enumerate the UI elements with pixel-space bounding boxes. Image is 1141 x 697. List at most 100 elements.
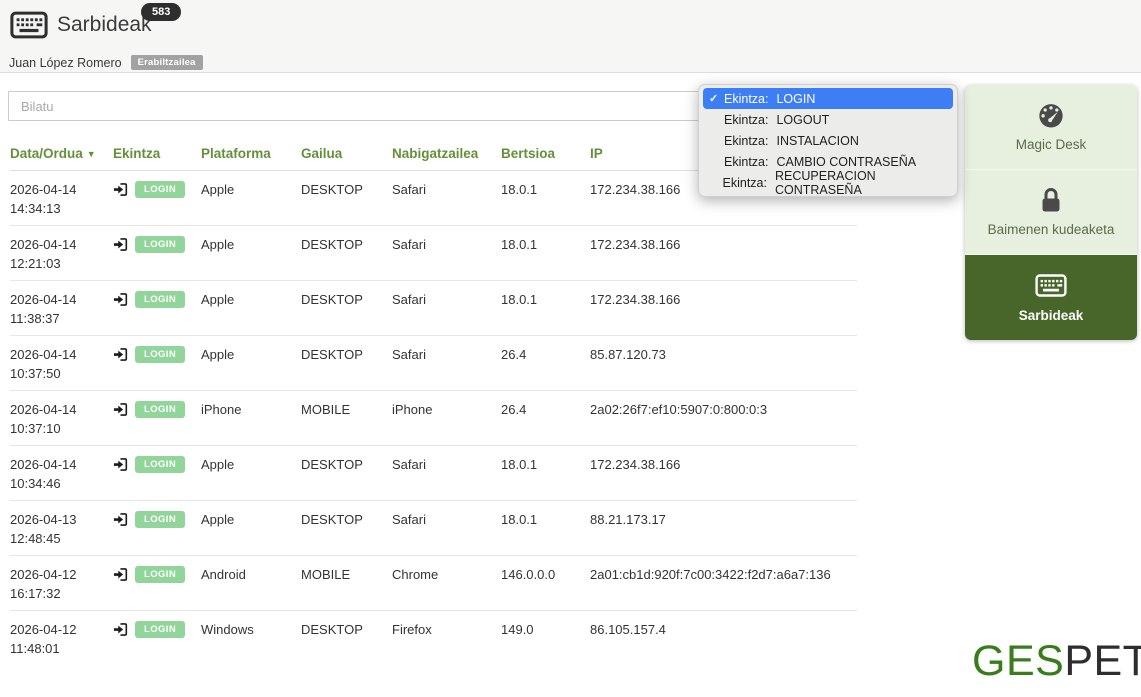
cell-version: 149.0 xyxy=(501,620,590,666)
cell-date: 2026-04-14 14:34:13 xyxy=(10,180,113,225)
cell-date: 2026-04-12 11:48:01 xyxy=(10,620,113,666)
cell-date: 2026-04-14 11:38:37 xyxy=(10,290,113,335)
cell-platform: Apple xyxy=(201,345,301,390)
date-value: 2026-04-14 xyxy=(10,455,113,474)
cell-platform: iPhone xyxy=(201,400,301,445)
cell-date: 2026-04-14 10:37:50 xyxy=(10,345,113,390)
cell-ip: 172.234.38.166 xyxy=(590,290,857,335)
action-badge: LOGIN xyxy=(135,566,185,583)
sign-in-icon xyxy=(113,182,128,197)
cell-browser: Safari xyxy=(392,510,501,555)
gespet-logo: GESPET xyxy=(972,637,1141,686)
cell-date: 2026-04-14 10:34:46 xyxy=(10,455,113,500)
dropdown-option-value: INSTALACION xyxy=(776,134,858,148)
cell-ip: 88.21.173.17 xyxy=(590,510,857,555)
dropdown-option-recuperacion-contrasena[interactable]: Ekintza: RECUPERACION CONTRASEÑA xyxy=(703,172,953,193)
dropdown-option-value: CAMBIO CONTRASEÑA xyxy=(776,155,916,169)
cell-device: DESKTOP xyxy=(301,455,392,500)
sidebar-item-label: Sarbideak xyxy=(1019,308,1084,323)
sidebar-item-label: Magic Desk xyxy=(1016,137,1087,152)
action-badge: LOGIN xyxy=(135,621,185,638)
logo-part-dark: PET xyxy=(1064,637,1141,685)
table-row: 2026-04-14 11:38:37 LOGIN Apple DESKTOP … xyxy=(10,281,857,336)
cell-browser: Safari xyxy=(392,180,501,225)
dropdown-option-value: RECUPERACION CONTRASEÑA xyxy=(775,169,947,197)
dropdown-option-logout[interactable]: Ekintza: LOGOUT xyxy=(703,109,953,130)
cell-device: DESKTOP xyxy=(301,345,392,390)
dropdown-option-label: Ekintza: xyxy=(724,155,768,169)
cell-platform: Android xyxy=(201,565,301,610)
table-row: 2026-04-14 12:21:03 LOGIN Apple DESKTOP … xyxy=(10,226,857,281)
cell-platform: Apple xyxy=(201,235,301,280)
sign-in-icon xyxy=(113,402,128,417)
column-header-date[interactable]: Data/Ordua▼ xyxy=(10,146,113,161)
table-row: 2026-04-14 10:34:46 LOGIN Apple DESKTOP … xyxy=(10,446,857,501)
action-badge: LOGIN xyxy=(135,181,185,198)
cell-action: LOGIN xyxy=(113,235,201,280)
date-value: 2026-04-12 xyxy=(10,565,113,584)
date-value: 2026-04-14 xyxy=(10,235,113,254)
date-value: 2026-04-12 xyxy=(10,620,113,639)
sarbideak-page: Sarbideak 583 Juan López Romero Erabiltz… xyxy=(0,0,1141,697)
cell-action: LOGIN xyxy=(113,620,201,666)
cell-action: LOGIN xyxy=(113,565,201,610)
sign-in-icon xyxy=(113,567,128,582)
date-value: 2026-04-14 xyxy=(10,180,113,199)
column-header-browser[interactable]: Nabigatzailea xyxy=(392,146,501,161)
dropdown-option-login[interactable]: ✓ Ekintza: LOGIN xyxy=(703,88,953,109)
cell-device: DESKTOP xyxy=(301,180,392,225)
time-value: 10:37:50 xyxy=(10,364,113,383)
sidebar-item-label: Baimenen kudeaketa xyxy=(988,222,1115,237)
action-badge: LOGIN xyxy=(135,291,185,308)
time-value: 16:17:32 xyxy=(10,584,113,603)
table-row: 2026-04-13 12:48:45 LOGIN Apple DESKTOP … xyxy=(10,501,857,556)
cell-browser: Safari xyxy=(392,345,501,390)
sidebar-item-magic-desk[interactable]: Magic Desk xyxy=(965,85,1137,170)
date-value: 2026-04-13 xyxy=(10,510,113,529)
cell-version: 26.4 xyxy=(501,400,590,445)
cell-action: LOGIN xyxy=(113,290,201,335)
column-header-device[interactable]: Gailua xyxy=(301,146,392,161)
time-value: 10:37:10 xyxy=(10,419,113,438)
dropdown-option-label: Ekintza: xyxy=(724,92,768,106)
action-badge: LOGIN xyxy=(135,456,185,473)
sign-in-icon xyxy=(113,237,128,252)
sign-in-icon xyxy=(113,512,128,527)
cell-date: 2026-04-13 12:48:45 xyxy=(10,510,113,555)
cell-platform: Windows xyxy=(201,620,301,666)
gauge-icon xyxy=(1035,102,1067,128)
count-badge: 583 xyxy=(141,3,181,21)
sign-in-icon xyxy=(113,292,128,307)
column-header-action[interactable]: Ekintza xyxy=(113,146,201,161)
sidebar-item-sarbideak[interactable]: Sarbideak xyxy=(965,255,1137,340)
dropdown-option-instalacion[interactable]: Ekintza: INSTALACION xyxy=(703,130,953,151)
cell-date: 2026-04-12 16:17:32 xyxy=(10,565,113,610)
cell-platform: Apple xyxy=(201,180,301,225)
cell-device: MOBILE xyxy=(301,565,392,610)
table-row: 2026-04-14 10:37:50 LOGIN Apple DESKTOP … xyxy=(10,336,857,391)
dropdown-option-value: LOGOUT xyxy=(776,113,829,127)
top-header: Sarbideak 583 Juan López Romero Erabiltz… xyxy=(0,0,1141,73)
time-value: 10:34:46 xyxy=(10,474,113,493)
action-badge: LOGIN xyxy=(135,401,185,418)
cell-version: 18.0.1 xyxy=(501,180,590,225)
column-header-version[interactable]: Bertsioa xyxy=(501,146,590,161)
action-badge: LOGIN xyxy=(135,346,185,363)
access-log-table: Data/Ordua▼ Ekintza Plataforma Gailua Na… xyxy=(10,141,857,666)
action-badge: LOGIN xyxy=(135,236,185,253)
cell-version: 18.0.1 xyxy=(501,290,590,335)
sidebar-item-baimenen-kudeaketa[interactable]: Baimenen kudeaketa xyxy=(965,170,1137,255)
cell-ip: 172.234.38.166 xyxy=(590,455,857,500)
table-row: 2026-04-14 10:37:10 LOGIN iPhone MOBILE … xyxy=(10,391,857,446)
table-row: 2026-04-12 11:48:01 LOGIN Windows DESKTO… xyxy=(10,611,857,666)
cell-device: DESKTOP xyxy=(301,620,392,666)
cell-date: 2026-04-14 12:21:03 xyxy=(10,235,113,280)
lock-icon xyxy=(1035,187,1067,213)
column-header-platform[interactable]: Plataforma xyxy=(201,146,301,161)
cell-version: 146.0.0.0 xyxy=(501,565,590,610)
dropdown-option-label: Ekintza: xyxy=(724,113,768,127)
sort-desc-icon: ▼ xyxy=(87,149,96,159)
time-value: 14:34:13 xyxy=(10,199,113,218)
cell-browser: Safari xyxy=(392,290,501,335)
title-row: Sarbideak 583 xyxy=(10,11,152,39)
